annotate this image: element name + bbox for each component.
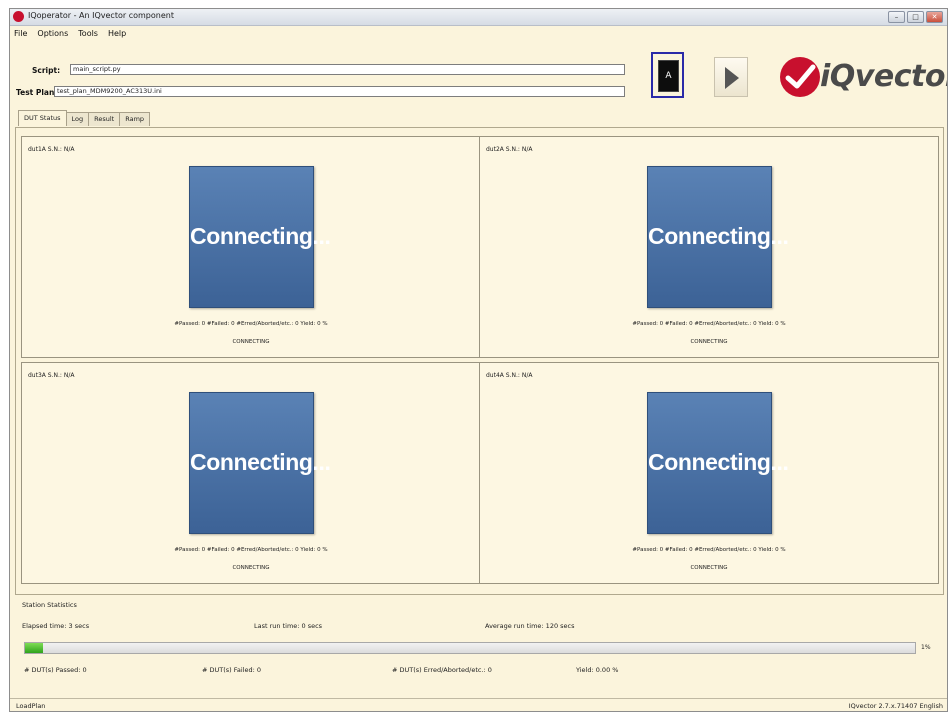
duts-passed: # DUT(s) Passed: 0 bbox=[24, 666, 87, 674]
minimize-icon[interactable]: – bbox=[888, 11, 905, 23]
script-label: Script: bbox=[32, 66, 61, 75]
title-bar: IQoperator - An IQvector component – □ ✕ bbox=[10, 9, 947, 26]
dut-title: dut4A S.N.: N/A bbox=[486, 372, 533, 379]
progress-bar bbox=[24, 642, 916, 654]
dut-stats: #Passed: 0 #Failed: 0 #Erred/Aborted/etc… bbox=[174, 547, 328, 553]
dut-state-label: Connecting... bbox=[190, 449, 331, 475]
logo-text: iQvector bbox=[820, 59, 948, 94]
window-title: IQoperator - An IQvector component bbox=[28, 11, 174, 20]
tab-log[interactable]: Log bbox=[65, 112, 90, 126]
elapsed-time: Elapsed time: 3 secs bbox=[22, 622, 90, 630]
last-run-time: Last run time: 0 secs bbox=[254, 622, 323, 630]
dut-status-text: CONNECTING bbox=[232, 565, 270, 571]
progress-fill bbox=[25, 643, 43, 653]
menu-bar: File Options Tools Help bbox=[10, 26, 947, 41]
dut-status-text: CONNECTING bbox=[690, 339, 728, 345]
dut-panel-1: dut1A S.N.: N/A Connecting... #Passed: 0… bbox=[21, 136, 481, 358]
dut-stats: #Passed: 0 #Failed: 0 #Erred/Aborted/etc… bbox=[632, 547, 786, 553]
dut-status-text: CONNECTING bbox=[232, 339, 270, 345]
dut-state-box: Connecting... bbox=[647, 392, 789, 534]
dut-stats: #Passed: 0 #Failed: 0 #Erred/Aborted/etc… bbox=[174, 321, 328, 327]
tab-bar: DUT Status Log Result Ramp bbox=[18, 110, 151, 126]
dut-panel-4: dut4A S.N.: N/A Connecting... #Passed: 0… bbox=[479, 362, 939, 584]
dut-state-box: Connecting... bbox=[647, 166, 789, 308]
iqvector-logo: iQvector bbox=[776, 51, 948, 105]
tab-ramp[interactable]: Ramp bbox=[119, 112, 151, 126]
status-left-text: LoadPlan bbox=[16, 702, 46, 710]
tab-result[interactable]: Result bbox=[88, 112, 121, 126]
dut-state-box: Connecting... bbox=[189, 166, 331, 308]
app-window: IQoperator - An IQvector component – □ ✕… bbox=[9, 8, 948, 712]
menu-help[interactable]: Help bbox=[108, 26, 126, 41]
test-plan-label: Test Plan: bbox=[16, 88, 58, 97]
dut-panel-2: dut2A S.N.: N/A Connecting... #Passed: 0… bbox=[479, 136, 939, 358]
status-right-text: IQvector 2.7.x.71407 English bbox=[848, 702, 943, 710]
dut-title: dut3A S.N.: N/A bbox=[28, 372, 75, 379]
dut-title: dut1A S.N.: N/A bbox=[28, 146, 75, 153]
station-a-label: A bbox=[658, 60, 679, 92]
script-field[interactable]: main_script.py bbox=[70, 64, 625, 75]
menu-options[interactable]: Options bbox=[37, 26, 68, 41]
dut-status-text: CONNECTING bbox=[690, 565, 728, 571]
window-controls: – □ ✕ bbox=[888, 11, 943, 23]
dut-state-label: Connecting... bbox=[190, 223, 331, 249]
dut-state-label: Connecting... bbox=[648, 449, 789, 475]
duts-failed: # DUT(s) Failed: 0 bbox=[202, 666, 262, 674]
app-logo-icon bbox=[13, 11, 24, 22]
play-icon bbox=[725, 67, 739, 89]
dut-stats: #Passed: 0 #Failed: 0 #Erred/Aborted/etc… bbox=[632, 321, 786, 327]
average-run-time: Average run time: 120 secs bbox=[485, 622, 575, 630]
station-statistics-title: Station Statistics bbox=[22, 601, 77, 609]
status-bar: LoadPlan IQvector 2.7.x.71407 English bbox=[10, 698, 947, 711]
dut-status-panel: dut1A S.N.: N/A Connecting... #Passed: 0… bbox=[15, 127, 944, 595]
menu-tools[interactable]: Tools bbox=[78, 26, 98, 41]
dut-state-box: Connecting... bbox=[189, 392, 331, 534]
play-button[interactable] bbox=[714, 57, 748, 97]
maximize-icon[interactable]: □ bbox=[907, 11, 924, 23]
close-icon[interactable]: ✕ bbox=[926, 11, 943, 23]
test-plan-field[interactable]: test_plan_MDM9200_AC313U.ini bbox=[54, 86, 625, 97]
dut-title: dut2A S.N.: N/A bbox=[486, 146, 533, 153]
dut-panel-3: dut3A S.N.: N/A Connecting... #Passed: 0… bbox=[21, 362, 481, 584]
logo-swoosh-icon bbox=[780, 57, 820, 97]
dut-state-label: Connecting... bbox=[648, 223, 789, 249]
station-a-button[interactable]: A bbox=[651, 52, 684, 98]
yield: Yield: 0.00 % bbox=[576, 666, 619, 674]
menu-file[interactable]: File bbox=[14, 26, 27, 41]
duts-erred: # DUT(s) Erred/Aborted/etc.: 0 bbox=[392, 666, 492, 674]
tab-dut-status[interactable]: DUT Status bbox=[18, 110, 67, 126]
progress-percent: 1% bbox=[921, 644, 931, 651]
